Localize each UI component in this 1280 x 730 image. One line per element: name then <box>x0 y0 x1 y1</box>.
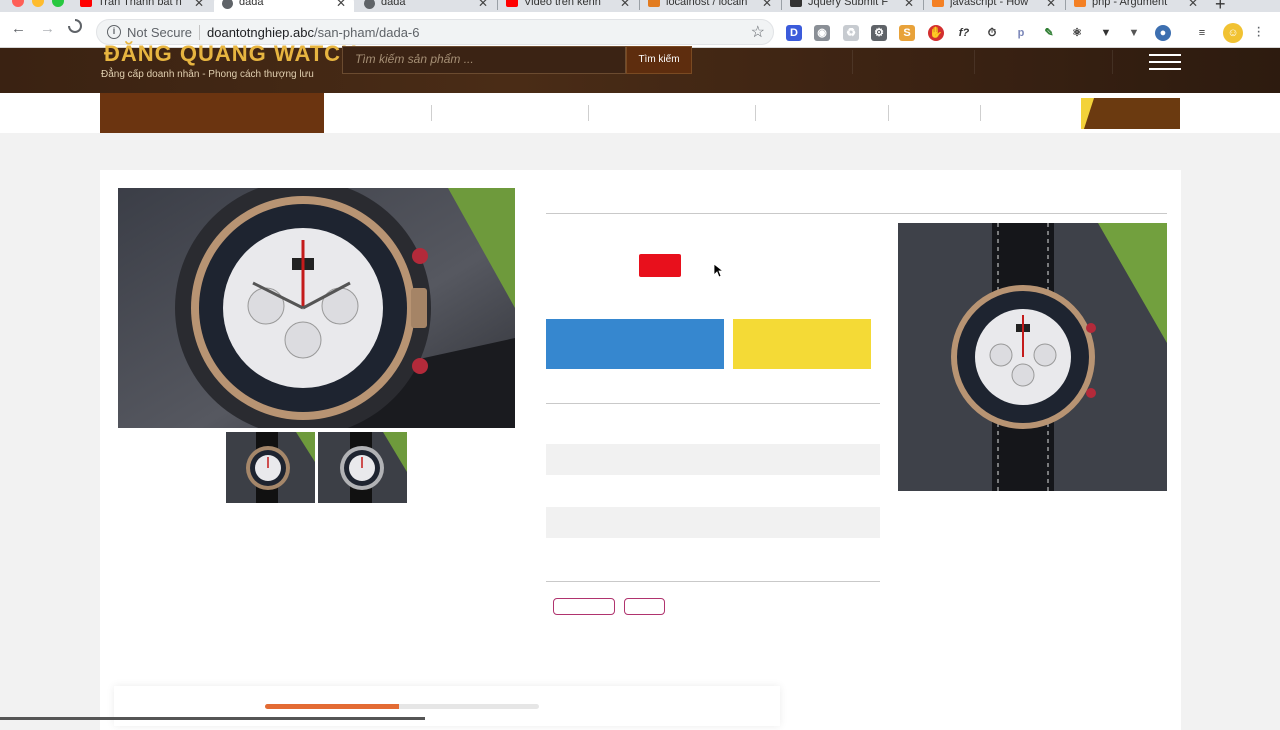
youtube-icon <box>506 0 518 7</box>
divider <box>546 213 1167 214</box>
nav-separator <box>588 105 589 121</box>
pen-extension-icon[interactable]: ✎ <box>1041 25 1057 41</box>
site-slogan: Đẳng cấp doanh nhân - Phong cách thượng … <box>101 69 314 80</box>
mouse-cursor-icon <box>714 264 724 278</box>
camera-extension-icon[interactable]: ◉ <box>814 25 830 41</box>
search-button[interactable]: Tìm kiếm <box>626 46 692 74</box>
product-tag[interactable] <box>553 598 615 615</box>
close-tab-icon[interactable]: ✕ <box>1188 0 1198 10</box>
browser-tab[interactable]: Tran Thanh bat n ✕ <box>72 0 212 12</box>
browser-tab[interactable]: Video trên kênh ✕ <box>498 0 638 12</box>
header-divider <box>974 50 975 74</box>
search-input[interactable]: Tìm kiếm sản phẩm ... <box>342 46 626 74</box>
close-tab-icon[interactable]: ✕ <box>620 0 630 10</box>
stackoverflow-icon <box>932 0 944 7</box>
close-window-button[interactable] <box>12 0 24 7</box>
add-to-cart-button[interactable] <box>733 319 871 369</box>
url-text[interactable]: doantotnghiep.abc/san-pham/dada-6 <box>207 25 420 40</box>
forward-arrow-icon[interactable]: → <box>40 20 55 37</box>
close-tab-icon[interactable]: ✕ <box>478 0 488 10</box>
stop-extension-icon[interactable]: ✋ <box>928 25 944 41</box>
close-tab-icon[interactable]: ✕ <box>336 0 346 10</box>
site-logo[interactable]: ĐĂNG QUANG WATCH <box>104 41 358 67</box>
url-domain: doantotnghiep.abc <box>207 25 314 40</box>
avatar[interactable]: ☺ <box>1223 23 1243 43</box>
react-extension-icon[interactable]: ⚛ <box>1069 25 1085 41</box>
sq-extension-icon[interactable]: S <box>899 25 915 41</box>
nav-separator <box>755 105 756 121</box>
globe-icon <box>222 0 233 9</box>
nav-separator <box>431 105 432 121</box>
header-divider <box>1112 50 1113 74</box>
browser-tab[interactable]: dada ✕ <box>356 0 496 12</box>
loading-progress-bar <box>265 704 539 709</box>
nav-separator <box>888 105 889 121</box>
loading-spinner-icon[interactable] <box>68 19 82 37</box>
buy-now-button[interactable] <box>546 319 724 369</box>
globe-icon <box>364 0 375 9</box>
close-tab-icon[interactable]: ✕ <box>762 0 772 10</box>
extension-circle-icon[interactable]: ● <box>1155 25 1171 41</box>
product-tag[interactable] <box>624 598 665 615</box>
header-divider <box>852 50 853 74</box>
security-status: Not Secure <box>127 25 193 40</box>
cart-accent <box>1081 98 1095 129</box>
nav-separator <box>980 105 981 121</box>
tm-icon <box>790 0 802 7</box>
product-info-row <box>546 507 880 538</box>
hamburger-menu-icon[interactable] <box>1149 54 1181 75</box>
php-extension-icon[interactable]: p <box>1013 25 1029 41</box>
gear-extension-icon[interactable]: ⚙ <box>871 25 887 41</box>
browser-tab-strip: Tran Thanh bat n ✕ dada ✕ dada ✕ Video t… <box>0 0 1280 12</box>
close-tab-icon[interactable]: ✕ <box>194 0 204 10</box>
browser-tab[interactable]: Jquery Submit F ✕ <box>782 0 922 12</box>
new-tab-button[interactable]: + <box>1215 0 1226 12</box>
browser-tab[interactable]: localhost / localh ✕ <box>640 0 780 12</box>
divider <box>546 403 880 404</box>
phpmyadmin-icon <box>648 0 660 7</box>
extension-d-icon[interactable]: D <box>786 25 802 41</box>
divider <box>546 581 880 582</box>
vue-extension-icon[interactable]: ▼ <box>1098 25 1114 41</box>
youtube-icon <box>80 0 92 7</box>
main-nav <box>0 93 1280 133</box>
info-icon[interactable]: i <box>107 25 121 39</box>
product-thumbnail[interactable] <box>318 432 407 503</box>
minimize-window-button[interactable] <box>32 0 44 7</box>
product-info-row <box>546 444 880 475</box>
divider <box>199 25 200 40</box>
nav-item-home[interactable] <box>100 93 324 133</box>
url-path: /san-pham/dada-6 <box>313 25 420 40</box>
product-side-image[interactable] <box>898 223 1167 491</box>
zoom-window-button[interactable] <box>52 0 64 7</box>
browser-tab[interactable]: javascript - How ✕ <box>924 0 1064 12</box>
nav-cart-button[interactable] <box>1081 98 1180 129</box>
browser-tab-active[interactable]: dada ✕ <box>214 0 354 12</box>
stackoverflow-icon <box>1074 0 1086 7</box>
close-tab-icon[interactable]: ✕ <box>904 0 914 10</box>
browser-tab[interactable]: php - Argument ✕ <box>1066 0 1206 12</box>
close-tab-icon[interactable]: ✕ <box>1046 0 1056 10</box>
chrome-menu-icon[interactable]: · · · <box>1256 20 1261 44</box>
site-header: ĐĂNG QUANG WATCH Đẳng cấp doanh nhân - P… <box>0 41 1280 93</box>
bookmark-star-icon[interactable]: ☆ <box>751 22 765 42</box>
color-swatch-red[interactable] <box>639 254 681 277</box>
recycle-extension-icon[interactable]: ♻ <box>843 25 859 41</box>
product-main-image[interactable] <box>118 188 515 428</box>
media-queue-icon[interactable]: ≡ <box>1194 25 1210 41</box>
progress-fill <box>265 704 400 709</box>
product-thumbnail[interactable] <box>226 432 315 503</box>
back-arrow-icon[interactable]: ← <box>11 20 26 37</box>
timer-extension-icon[interactable]: ⏱ <box>984 25 1000 41</box>
vue-devtools-icon[interactable]: ▼ <box>1126 25 1142 41</box>
function-extension-icon[interactable]: f? <box>956 25 972 41</box>
